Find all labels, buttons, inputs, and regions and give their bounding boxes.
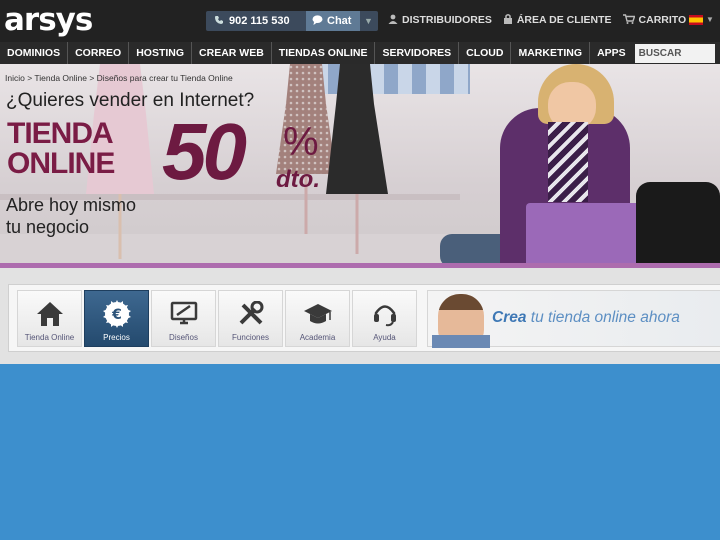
section-menu-strip: Tienda Online € Precios Diseños Funcione…	[0, 268, 720, 364]
design-icon	[168, 298, 200, 330]
chat-button[interactable]: Chat	[306, 11, 360, 31]
person-icon	[388, 14, 398, 27]
tab-funciones[interactable]: Funciones	[218, 290, 283, 347]
discount-suffix: dto.	[276, 166, 320, 193]
tab-label: Diseños	[169, 333, 198, 342]
chevron-down-icon[interactable]: ▼	[360, 16, 373, 26]
banner-cta-line1: Abre hoy mismo	[6, 195, 137, 215]
nav-item-apps[interactable]: APPS	[590, 42, 633, 64]
banner-title-line1: TIENDA	[7, 117, 114, 150]
chat-label: Chat	[327, 15, 352, 27]
svg-text:€: €	[111, 307, 122, 323]
man-hair-image	[438, 294, 484, 310]
euro-icon: €	[101, 298, 133, 330]
nav-item-servidores[interactable]: SERVIDORES	[375, 42, 460, 64]
tab-precios[interactable]: € Precios	[84, 290, 149, 347]
client-area-label: ÁREA DE CLIENTE	[516, 14, 612, 26]
tab-tienda-online[interactable]: Tienda Online	[17, 290, 82, 347]
hero-banner: Inicio > Tienda Online > Diseños para cr…	[0, 64, 720, 268]
laptop-image	[526, 203, 644, 268]
cart-link[interactable]: CARRITO	[622, 13, 687, 27]
woman-scarf-image	[548, 122, 588, 202]
tab-ayuda[interactable]: Ayuda	[352, 290, 417, 347]
section-tabs: Tienda Online € Precios Diseños Funcione…	[17, 290, 417, 347]
banner-title: TIENDA ONLINE	[7, 117, 115, 180]
nav-item-dominios[interactable]: DOMINIOS	[0, 42, 69, 64]
breadcrumb[interactable]: Inicio > Tienda Online > Diseños para cr…	[5, 73, 233, 83]
arsys-logo[interactable]: arsys	[4, 2, 93, 38]
cart-icon	[622, 13, 636, 27]
banner-title-line2: ONLINE	[7, 147, 115, 180]
tools-icon	[235, 298, 267, 330]
promo-text[interactable]: Crea tu tienda online ahora	[492, 309, 680, 327]
home-icon	[34, 298, 66, 330]
graduation-cap-icon	[302, 298, 334, 330]
phone-link[interactable]: 902 115 530	[206, 11, 306, 31]
promo-text-bold: Crea	[492, 309, 527, 326]
distributors-link[interactable]: DISTRIBUIDORES	[388, 13, 492, 27]
tab-disenos[interactable]: Diseños	[151, 290, 216, 347]
nav-item-tiendas-online[interactable]: TIENDAS ONLINE	[272, 42, 376, 64]
language-chevron-icon[interactable]: ▼	[706, 15, 714, 24]
cart-label: CARRITO	[638, 14, 687, 26]
banner-cta: Abre hoy mismo tu negocio	[6, 194, 136, 238]
contact-box: 902 115 530 Chat ▼	[206, 11, 378, 31]
tab-label: Tienda Online	[24, 333, 75, 342]
mannequin-dresses-image	[276, 64, 388, 254]
top-bar: arsys 902 115 530 Chat ▼ DISTRIBUIDORES …	[0, 0, 720, 42]
create-store-promo[interactable]: Crea tu tienda online ahora	[427, 290, 720, 348]
nav-item-hosting[interactable]: HOSTING	[129, 42, 193, 64]
tab-academia[interactable]: Academia	[285, 290, 350, 347]
handbag-image	[636, 182, 720, 268]
client-area-link[interactable]: ÁREA DE CLIENTE	[503, 13, 612, 27]
man-shirt-image	[432, 335, 490, 348]
tab-label: Precios	[103, 333, 130, 342]
chat-bubble-icon	[312, 14, 323, 28]
nav-item-correo[interactable]: CORREO	[68, 42, 130, 64]
phone-number: 902 115 530	[229, 15, 290, 27]
nav-item-marketing[interactable]: MARKETING	[511, 42, 591, 64]
tab-label: Academia	[299, 333, 336, 342]
tab-label: Funciones	[232, 333, 269, 342]
discount-symbol: %	[283, 120, 319, 164]
header-links: DISTRIBUIDORES ÁREA DE CLIENTE CARRITO	[388, 13, 686, 27]
phone-icon	[214, 15, 224, 28]
nav-item-cloud[interactable]: CLOUD	[459, 42, 512, 64]
lock-icon	[503, 13, 513, 27]
distributors-label: DISTRIBUIDORES	[402, 14, 492, 26]
main-nav: DOMINIOS CORREO HOSTING CREAR WEB TIENDA…	[0, 42, 720, 64]
discount-value: 50	[162, 107, 247, 196]
headset-icon	[369, 298, 401, 330]
search-input[interactable]: BUSCAR	[634, 43, 715, 63]
spain-flag-icon[interactable]	[689, 15, 703, 25]
section-menu-panel: Tienda Online € Precios Diseños Funcione…	[8, 284, 720, 352]
tab-label: Ayuda	[373, 333, 396, 342]
promo-text-rest: tu tienda online ahora	[530, 309, 680, 326]
banner-cta-line2: tu negocio	[6, 217, 90, 237]
nav-item-crear-web[interactable]: CREAR WEB	[192, 42, 272, 64]
